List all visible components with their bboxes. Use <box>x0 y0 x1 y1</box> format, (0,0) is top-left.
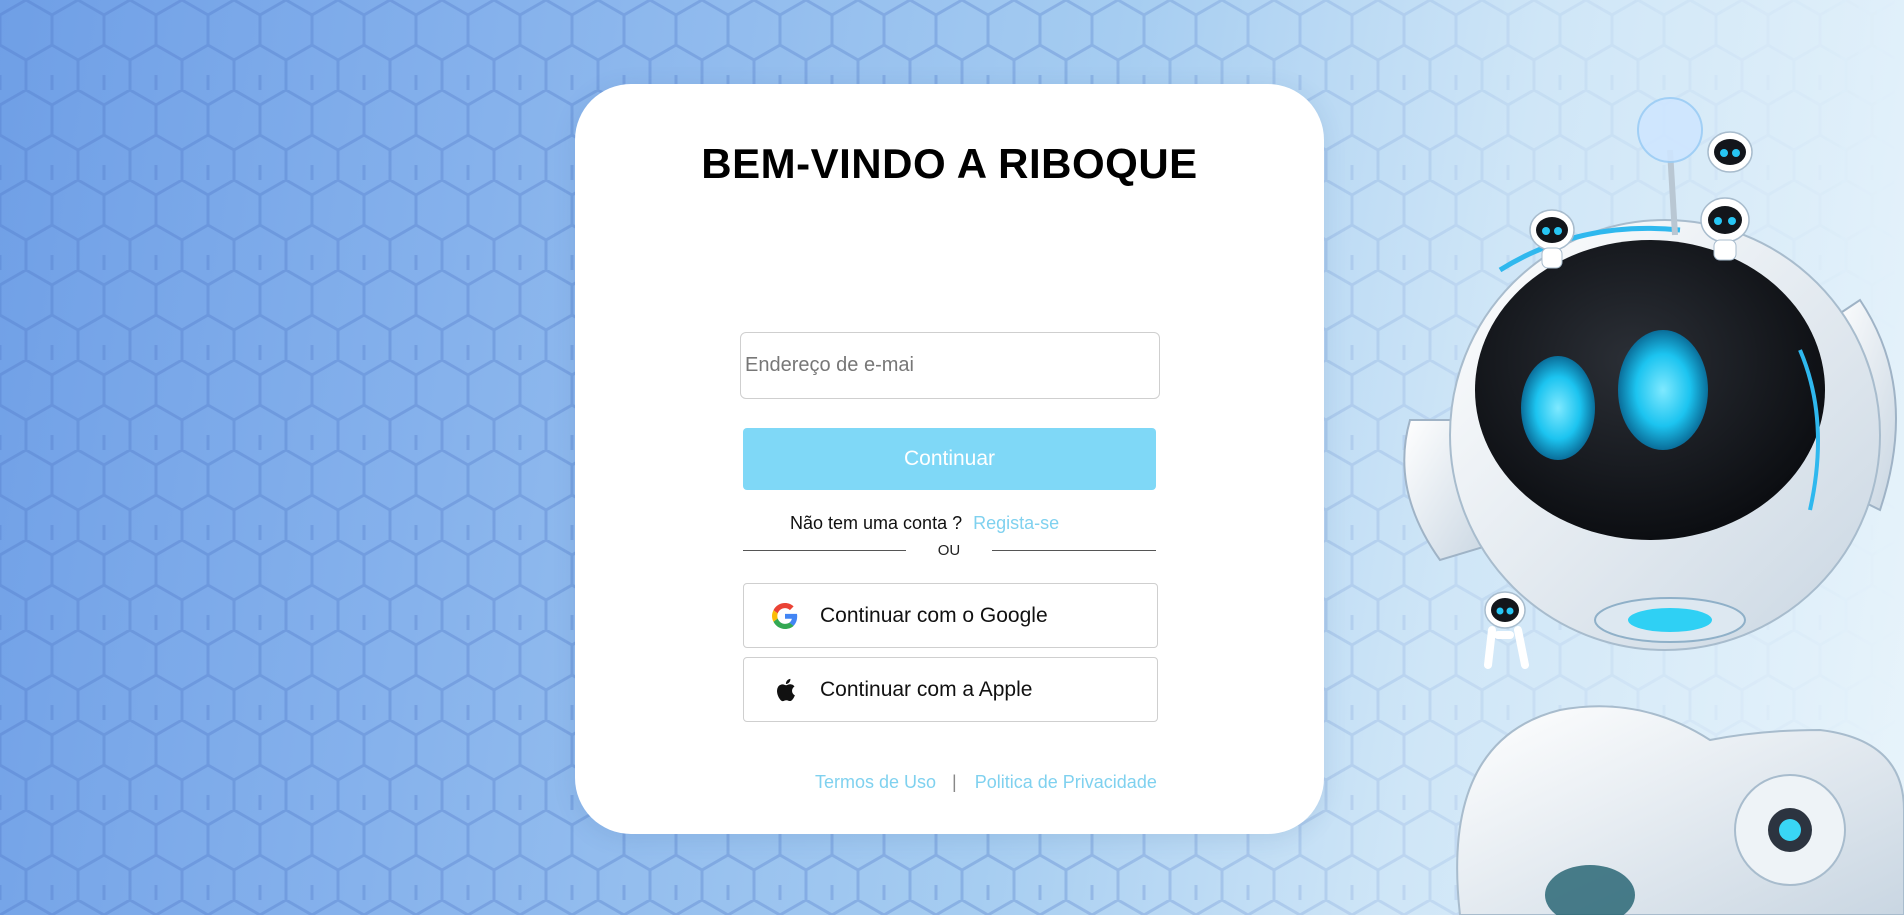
google-logo-icon <box>772 602 798 629</box>
divider-line-left <box>743 550 906 551</box>
robot-illustration <box>1403 97 1904 915</box>
footer-separator: | <box>952 772 957 792</box>
email-field[interactable] <box>740 332 1160 399</box>
google-signin-button[interactable]: Continuar com o Google <box>743 583 1158 648</box>
divider-text: OU <box>937 542 961 559</box>
divider-line-right <box>992 550 1156 551</box>
apple-signin-button[interactable]: Continuar com a Apple <box>743 657 1158 722</box>
signup-prompt: Não tem uma conta ? Regista-se <box>790 513 1059 534</box>
privacy-link[interactable]: Politica de Privacidade <box>975 772 1157 793</box>
footer-links: Termos de Uso | Politica de Privacidade <box>815 772 1157 793</box>
apple-logo-icon <box>772 677 798 703</box>
page-title: BEM-VINDO A RIBOQUE <box>701 140 1198 187</box>
signup-link[interactable]: Regista-se <box>973 513 1059 533</box>
continue-button[interactable]: Continuar <box>743 428 1156 490</box>
apple-button-label: Continuar com a Apple <box>820 677 1033 701</box>
login-card: BEM-VINDO A RIBOQUE Continuar Não tem um… <box>575 84 1324 834</box>
no-account-text: Não tem uma conta ? <box>790 513 963 533</box>
google-button-label: Continuar com o Google <box>820 603 1048 627</box>
login-page: BEM-VINDO A RIBOQUE Continuar Não tem um… <box>0 0 1904 915</box>
terms-link[interactable]: Termos de Uso <box>815 772 936 793</box>
